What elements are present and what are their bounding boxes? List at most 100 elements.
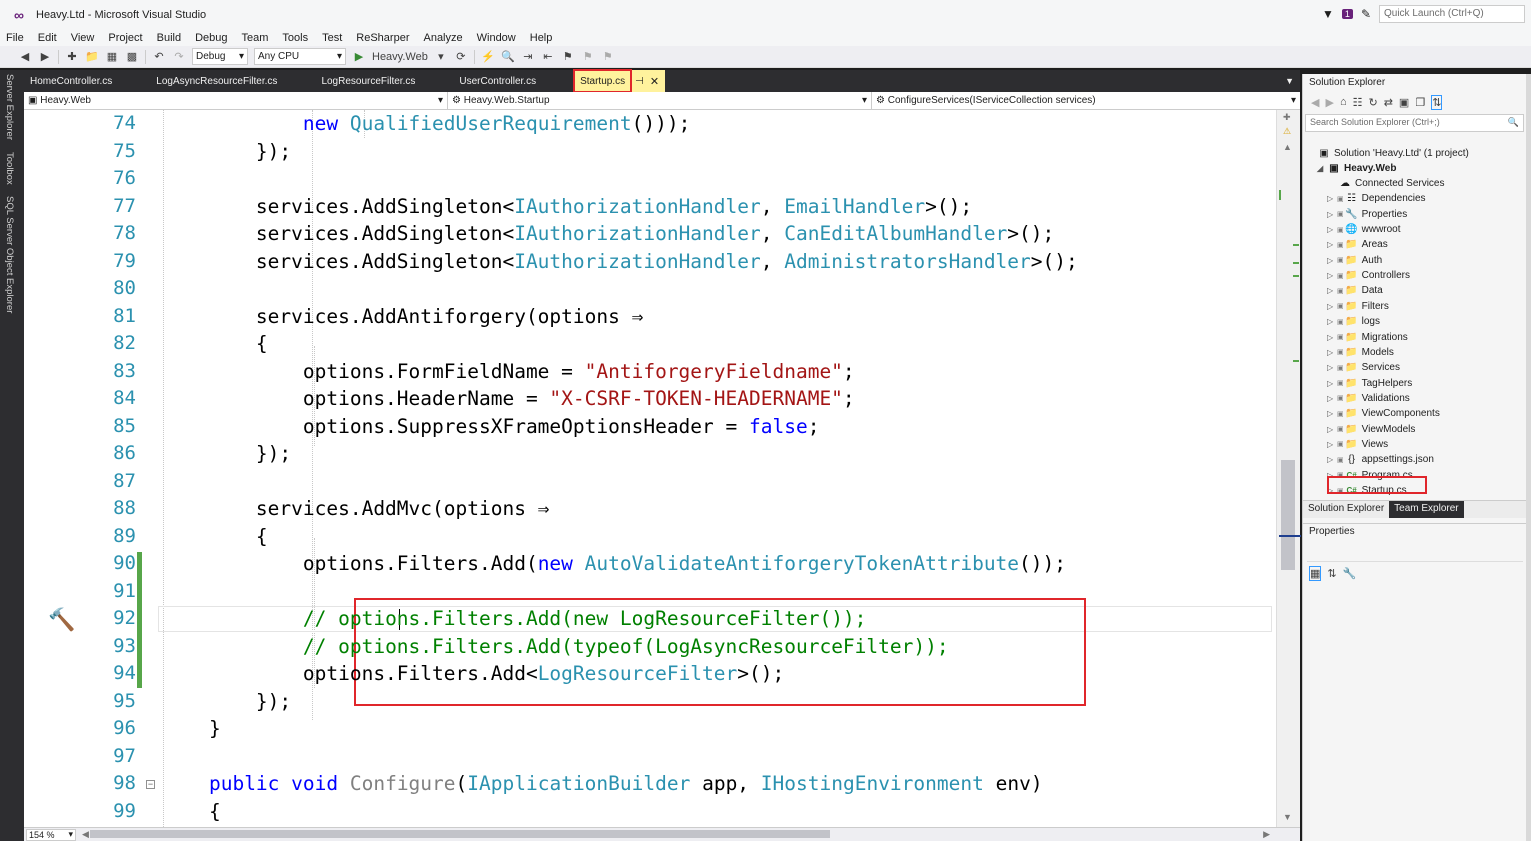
back-icon[interactable]: ◀ bbox=[1311, 96, 1319, 109]
run-target-button[interactable]: Heavy.Web bbox=[372, 49, 428, 65]
tab-log-resource-filter[interactable]: LogResourceFilter.cs bbox=[315, 70, 421, 92]
code-line[interactable]: 76 bbox=[24, 165, 1276, 193]
new-project-icon[interactable]: ✚ bbox=[65, 49, 79, 65]
type-dropdown[interactable]: ⚙ Heavy.Web.Startup ▾ bbox=[448, 91, 872, 110]
expand-arrow-icon[interactable]: ▷ bbox=[1327, 271, 1337, 280]
code-line[interactable]: 87 bbox=[24, 468, 1276, 496]
sql-object-explorer-tab[interactable]: SQL Server Object Explorer bbox=[4, 196, 15, 313]
collapse-all-icon[interactable]: ▣ bbox=[1399, 96, 1409, 109]
expand-arrow-icon[interactable]: ▷ bbox=[1327, 455, 1337, 464]
tree-item[interactable]: ▷ ▣ 🌐 wwwroot bbox=[1327, 222, 1401, 237]
outdent-icon[interactable]: ⇤ bbox=[541, 49, 555, 65]
scroll-down-icon[interactable]: ▼ bbox=[1283, 812, 1292, 822]
indent-icon[interactable]: ⇥ bbox=[521, 49, 535, 65]
code-line[interactable]: 96 } bbox=[24, 715, 1276, 743]
next-bookmark-icon[interactable]: ⚑ bbox=[601, 49, 615, 65]
code-line[interactable]: 91 bbox=[24, 578, 1276, 606]
project-dropdown[interactable]: ▣ Heavy.Web ▾ bbox=[24, 91, 448, 110]
code-line[interactable]: 89 { bbox=[24, 523, 1276, 551]
expand-arrow-icon[interactable]: ▷ bbox=[1327, 302, 1337, 311]
expand-arrow-icon[interactable]: ▷ bbox=[1327, 240, 1337, 249]
tab-user-controller[interactable]: UserController.cs bbox=[453, 70, 542, 92]
code-line[interactable]: 99 { bbox=[24, 798, 1276, 826]
save-icon[interactable]: ▦ bbox=[105, 49, 119, 65]
expand-arrow-icon[interactable]: ▷ bbox=[1327, 425, 1337, 434]
tree-item[interactable]: ▷ ▣ 📁 Filters bbox=[1327, 299, 1389, 314]
run-icon[interactable]: ▶ bbox=[352, 49, 366, 65]
code-line[interactable]: 93 // options.Filters.Add(typeof(LogAsyn… bbox=[24, 633, 1276, 661]
scroll-up-icon[interactable]: ▲ bbox=[1283, 142, 1292, 152]
tab-startup[interactable]: Startup.cs ⊣ ✕ bbox=[573, 69, 666, 93]
show-all-files-icon[interactable]: ❐ bbox=[1415, 96, 1425, 109]
feedback-filter-icon[interactable]: ▼ bbox=[1322, 7, 1334, 21]
menu-view[interactable]: View bbox=[71, 32, 95, 44]
tree-item[interactable]: ▷ ▣ 📁 ViewModels bbox=[1327, 422, 1415, 437]
properties-object-select[interactable] bbox=[1307, 542, 1523, 562]
property-pages-icon[interactable]: 🔧 bbox=[1343, 567, 1357, 580]
forward-icon[interactable]: ▶ bbox=[1325, 96, 1333, 109]
tree-item[interactable]: ▷ ▣ 📁 Views bbox=[1327, 437, 1388, 452]
code-line[interactable]: 94 options.Filters.Add<LogResourceFilter… bbox=[24, 660, 1276, 688]
scrollbar-thumb[interactable] bbox=[90, 830, 830, 838]
categorized-icon[interactable]: ▦ bbox=[1309, 565, 1322, 581]
pending-changes-icon[interactable]: ↻ bbox=[1368, 96, 1377, 109]
code-line[interactable]: 77 services.AddSingleton<IAuthorizationH… bbox=[24, 193, 1276, 221]
properties-icon[interactable]: ⇅ bbox=[1431, 94, 1443, 110]
expand-arrow-icon[interactable]: ▷ bbox=[1327, 440, 1337, 449]
code-line[interactable]: 75 }); bbox=[24, 138, 1276, 166]
home-icon[interactable]: ⌂ bbox=[1340, 96, 1347, 108]
alphabetical-icon[interactable]: ⇅ bbox=[1327, 567, 1336, 580]
tree-item[interactable]: ▷ ▣ 📁 Areas bbox=[1327, 237, 1388, 252]
code-line[interactable]: 95 }); bbox=[24, 688, 1276, 716]
expand-arrow-icon[interactable]: ▷ bbox=[1327, 317, 1337, 326]
forward-icon[interactable]: ▶ bbox=[38, 49, 52, 65]
code-line[interactable]: 80 bbox=[24, 275, 1276, 303]
code-line[interactable]: 86 }); bbox=[24, 440, 1276, 468]
code-line[interactable]: 85 options.SuppressXFrameOptionsHeader =… bbox=[24, 413, 1276, 441]
tree-item[interactable]: ▷ ▣ ☷ Dependencies bbox=[1327, 191, 1426, 206]
tree-item[interactable]: ▷ ▣ 📁 Models bbox=[1327, 345, 1394, 360]
expand-arrow-icon[interactable]: ▷ bbox=[1327, 394, 1337, 403]
tree-item[interactable]: ☁ Connected Services bbox=[1327, 176, 1445, 191]
expand-arrow-icon[interactable]: ▷ bbox=[1327, 225, 1337, 234]
redo-icon[interactable]: ↷ bbox=[172, 49, 186, 65]
expand-arrow-icon[interactable]: ▷ bbox=[1327, 286, 1337, 295]
member-dropdown[interactable]: ⚙ ConfigureServices(IServiceCollection s… bbox=[872, 92, 1300, 110]
code-line[interactable]: 88 services.AddMvc(options ⇒ bbox=[24, 495, 1276, 523]
zoom-select[interactable]: 154 % ▾ bbox=[26, 828, 76, 841]
close-icon[interactable]: ✕ bbox=[650, 75, 659, 88]
undo-icon[interactable]: ↶ bbox=[152, 49, 166, 65]
toolbox-tab[interactable]: Toolbox bbox=[4, 152, 15, 185]
config-select[interactable]: Debug ▾ bbox=[192, 48, 248, 65]
menu-edit[interactable]: Edit bbox=[38, 32, 57, 44]
expand-arrow-icon[interactable]: ▷ bbox=[1327, 194, 1337, 203]
code-line[interactable]: 79 services.AddSingleton<IAuthorizationH… bbox=[24, 248, 1276, 276]
tree-item[interactable]: ▷ ▣ 📁 Controllers bbox=[1327, 268, 1410, 283]
expand-arrow-icon[interactable]: ▷ bbox=[1327, 379, 1337, 388]
tab-solution-explorer[interactable]: Solution Explorer bbox=[1303, 501, 1389, 518]
bookmark-icon[interactable]: ⚑ bbox=[561, 49, 575, 65]
menu-test[interactable]: Test bbox=[322, 32, 342, 44]
menu-file[interactable]: File bbox=[6, 32, 24, 44]
menu-project[interactable]: Project bbox=[108, 32, 142, 44]
refresh-icon[interactable]: ⟳ bbox=[454, 49, 468, 65]
tab-log-async-resource-filter[interactable]: LogAsyncResourceFilter.cs bbox=[150, 70, 283, 92]
code-line[interactable]: 78 services.AddSingleton<IAuthorizationH… bbox=[24, 220, 1276, 248]
tree-item[interactable]: ▷ ▣ 📁 TagHelpers bbox=[1327, 376, 1412, 391]
menu-resharper[interactable]: ReSharper bbox=[356, 32, 409, 44]
split-icon[interactable]: ✚ bbox=[1283, 112, 1291, 123]
code-line[interactable]: 84 options.HeaderName = "X-CSRF-TOKEN-HE… bbox=[24, 385, 1276, 413]
sync-icon[interactable]: ⇄ bbox=[1384, 96, 1393, 109]
tabs-dropdown-icon[interactable]: ▼ bbox=[1285, 76, 1294, 86]
platform-select[interactable]: Any CPU ▾ bbox=[254, 48, 346, 65]
expand-arrow-icon[interactable]: ▷ bbox=[1327, 210, 1337, 219]
tab-home-controller[interactable]: HomeController.cs bbox=[24, 70, 118, 92]
notification-badge[interactable]: 1 bbox=[1341, 9, 1353, 19]
code-line[interactable]: 98 public void Configure(IApplicationBui… bbox=[24, 770, 1276, 798]
tree-item[interactable]: ▷ ▣ 📁 Auth bbox=[1327, 253, 1382, 268]
browser-link-icon[interactable]: ⚡ bbox=[481, 49, 495, 65]
menu-window[interactable]: Window bbox=[477, 32, 516, 44]
scroll-right-icon[interactable]: ▶ bbox=[1263, 829, 1270, 840]
expand-arrow-icon[interactable]: ▷ bbox=[1327, 409, 1337, 418]
expand-arrow-icon[interactable]: ▷ bbox=[1327, 363, 1337, 372]
